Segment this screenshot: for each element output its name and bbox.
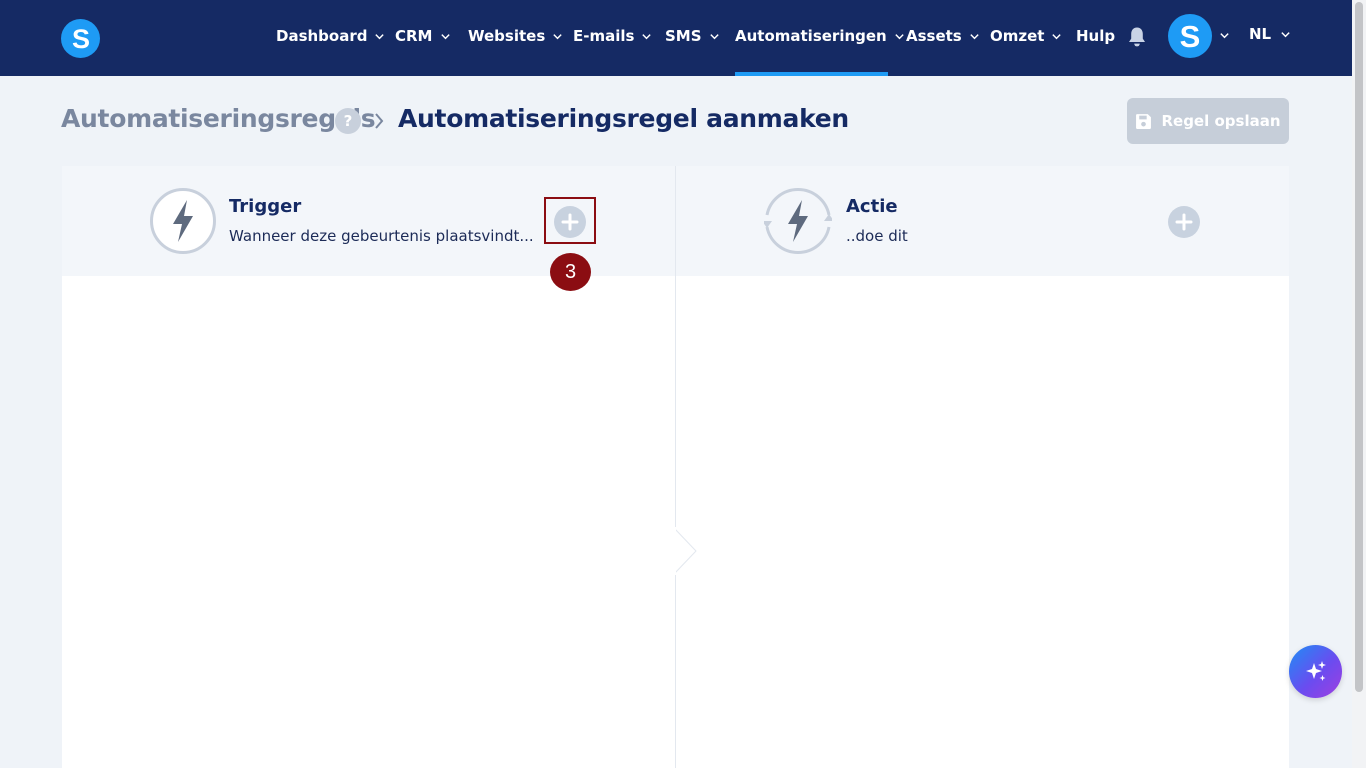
nav-item-label: Dashboard: [276, 27, 368, 45]
chevron-down-icon: [440, 33, 450, 39]
account-avatar[interactable]: S: [1168, 14, 1212, 58]
sparkles-icon: [1305, 660, 1326, 681]
nav-item-assets[interactable]: Assets: [906, 25, 980, 47]
action-panel: Actie ..doe dit: [676, 166, 1289, 768]
language-label: NL: [1249, 25, 1272, 43]
help-icon[interactable]: ?: [335, 108, 361, 134]
trigger-subtitle: Wanneer deze gebeurtenis plaatsvindt...: [229, 227, 534, 245]
ai-assistant-button[interactable]: [1289, 645, 1342, 698]
floppy-disk-icon: [1136, 113, 1152, 129]
nav-item-dashboard[interactable]: Dashboard: [276, 25, 385, 47]
avatar-s-icon: S: [1180, 21, 1201, 51]
action-title: Actie: [846, 196, 898, 217]
chevron-down-icon: [895, 33, 904, 39]
nav-item-automatiseringen[interactable]: Automatiseringen: [735, 25, 905, 47]
nav-item-label: E-mails: [573, 27, 635, 45]
chevron-down-icon: [375, 33, 385, 39]
account-chevron-down-icon[interactable]: [1219, 30, 1230, 41]
top-navigation-bar: S Dashboard CRM Websites E-mails SMS Aut…: [0, 0, 1352, 76]
chevron-down-icon: [553, 33, 562, 39]
chevron-down-icon: [1281, 31, 1290, 37]
chevron-down-icon: [709, 33, 719, 39]
add-action-button[interactable]: [1168, 206, 1200, 238]
flow-arrow-notch: [674, 527, 697, 575]
chevron-right-icon: [375, 113, 384, 129]
nav-item-crm[interactable]: CRM: [395, 25, 451, 47]
nav-item-label: CRM: [395, 27, 433, 45]
chevron-down-icon: [1052, 33, 1062, 39]
action-subtitle: ..doe dit: [846, 227, 908, 245]
action-header: Actie ..doe dit: [676, 166, 1289, 276]
nav-item-label: SMS: [665, 27, 702, 45]
lightning-icon: [150, 188, 216, 254]
breadcrumb-root-link[interactable]: Automatiseringsregels: [61, 104, 376, 133]
highlight-box: [544, 197, 596, 244]
scrollbar-thumb[interactable]: [1355, 2, 1363, 692]
chevron-down-icon: [970, 33, 979, 39]
nav-item-emails[interactable]: E-mails: [573, 25, 652, 47]
nav-item-websites[interactable]: Websites: [468, 25, 563, 47]
trigger-title: Trigger: [229, 196, 302, 217]
panel-divider: [675, 166, 676, 768]
save-rule-label: Regel opslaan: [1161, 112, 1281, 130]
nav-item-label: Hulp: [1076, 27, 1116, 45]
chevron-down-icon: [642, 33, 652, 39]
nav-item-omzet[interactable]: Omzet: [990, 25, 1062, 47]
nav-item-label: Websites: [468, 27, 546, 45]
main-nav: Dashboard CRM Websites E-mails SMS Autom…: [0, 0, 1352, 76]
plus-icon: [1175, 213, 1193, 231]
bell-icon[interactable]: [1127, 26, 1147, 48]
language-selector[interactable]: NL: [1249, 25, 1291, 43]
nav-item-hulp[interactable]: Hulp: [1076, 25, 1115, 47]
nav-item-label: Automatiseringen: [735, 27, 887, 45]
save-rule-button[interactable]: Regel opslaan: [1127, 98, 1289, 144]
nav-item-label: Omzet: [990, 27, 1045, 45]
nav-item-label: Assets: [906, 27, 962, 45]
step-marker: 3: [550, 253, 591, 291]
active-nav-indicator: [735, 72, 888, 76]
lightning-cycle-icon: [764, 187, 832, 255]
svg-text:S: S: [1180, 21, 1201, 51]
page-title: Automatiseringsregel aanmaken: [398, 104, 849, 133]
nav-item-sms[interactable]: SMS: [665, 25, 720, 47]
